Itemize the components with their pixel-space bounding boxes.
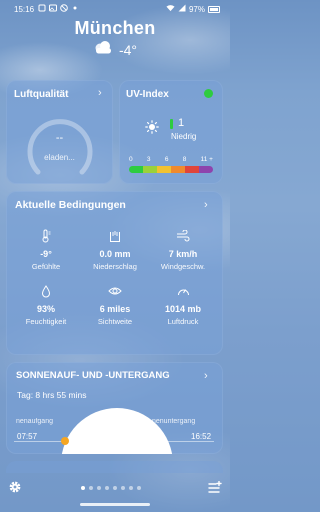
sunset-time: 16:52 — [191, 432, 212, 441]
air-quality-card[interactable]: Luftqualität › -- eladen... — [6, 80, 113, 184]
pressure-label: Luftdruck — [167, 317, 199, 326]
sunrise-sunset-card[interactable]: SONNENAUF- UND -UNTERGANG › Tag: 8 hrs 5… — [6, 362, 223, 454]
feels-like-label: Gefühlte — [31, 262, 61, 271]
uv-scale-segment — [157, 166, 171, 173]
conditions-title: Aktuelle Bedingungen — [15, 199, 126, 211]
uv-scale-label: 0 — [129, 156, 133, 163]
status-bar: 15:16 97% — [0, 0, 230, 18]
uv-scale-label: 8 — [182, 156, 187, 163]
air-quality-title: Luftqualität — [14, 89, 69, 100]
chevron-right-icon: › — [204, 370, 208, 382]
air-quality-gauge — [27, 119, 93, 175]
status-right: 97% — [166, 4, 220, 14]
day-length: Tag: 8 hrs 55 mins — [17, 390, 87, 400]
thermometer-icon — [10, 229, 82, 243]
battery-percentage: 97% — [188, 4, 205, 14]
air-quality-value: -- — [55, 132, 64, 144]
next-card-peek — [6, 461, 223, 473]
block-icon — [60, 4, 68, 12]
uv-scale-segment — [143, 166, 157, 173]
sun-title: SONNENAUF- UND -UNTERGANG — [16, 370, 170, 381]
dot-icon — [71, 4, 79, 12]
uv-value-indicator — [170, 119, 173, 129]
pressure-icon — [147, 284, 219, 298]
air-quality-status: eladen... — [44, 153, 75, 162]
gear-icon[interactable] — [8, 480, 22, 499]
page-dot[interactable] — [81, 486, 85, 490]
notification-icon — [38, 4, 46, 12]
current-temperature: -4° — [118, 42, 138, 58]
uv-scale-label: 11 + — [200, 156, 213, 163]
precipitation-label: Niederschlag — [93, 262, 137, 271]
condition-pressure: 1014 mb Luftdruck — [147, 284, 219, 326]
pressure-value: 1014 mb — [164, 304, 202, 314]
visibility-icon — [79, 284, 151, 298]
wind-icon — [147, 229, 219, 243]
sunrise-time: 07:57 — [17, 432, 38, 441]
wifi-icon — [166, 4, 175, 14]
chevron-right-icon: › — [98, 87, 102, 99]
uv-scale-label: 3 — [146, 156, 151, 163]
visibility-value: 6 miles — [99, 304, 131, 314]
page-dot[interactable] — [137, 486, 141, 490]
page-dot[interactable] — [121, 486, 125, 490]
current-conditions-card[interactable]: Aktuelle Bedingungen › -9° Gefühlte 0.0 … — [6, 191, 223, 355]
status-time: 15:16 — [14, 5, 35, 14]
status-notification-icons — [38, 4, 79, 12]
image-icon — [49, 4, 57, 12]
uv-scale-segment — [199, 166, 213, 173]
bottom-bar — [0, 476, 230, 500]
uv-scale-segment — [171, 166, 185, 173]
uv-scale-segment — [185, 166, 199, 173]
wind-label: Windgeschw. — [160, 262, 206, 271]
wind-value: 7 km/h — [168, 249, 198, 259]
uv-index-card[interactable]: UV-Index 1 Niedrig 0 3 6 8 11 + — [119, 80, 223, 184]
condition-precipitation: 0.0 mm Niederschlag — [79, 229, 151, 271]
page-dot[interactable] — [97, 486, 101, 490]
city-name[interactable]: München — [0, 18, 230, 39]
sun-arc — [61, 408, 173, 454]
page-dot[interactable] — [105, 486, 109, 490]
horizon-line — [14, 441, 214, 442]
signal-icon — [178, 4, 186, 14]
battery-icon — [208, 5, 220, 13]
precipitation-icon — [79, 229, 151, 243]
sunset-label: nenuntergang — [152, 418, 196, 425]
uv-value: 1 — [178, 117, 185, 129]
uv-index-title: UV-Index — [126, 89, 169, 100]
sun-icon — [145, 120, 159, 139]
uv-scale-labels: 0 3 6 8 11 + — [129, 156, 213, 163]
condition-humidity: 93% Feuchtigkeit — [10, 284, 82, 326]
chevron-right-icon: › — [204, 199, 208, 211]
sun-position-marker — [61, 437, 69, 445]
page-dot[interactable] — [113, 486, 117, 490]
condition-feels-like: -9° Gefühlte — [10, 229, 82, 271]
uv-scale-bar — [129, 166, 213, 173]
current-weather: -4° — [0, 41, 230, 59]
location-header: München -4° — [0, 18, 230, 59]
uv-scale-label: 6 — [164, 156, 169, 163]
location-list-icon[interactable] — [208, 480, 222, 499]
humidity-icon — [10, 284, 82, 298]
page-dot[interactable] — [89, 486, 93, 490]
page-indicator[interactable] — [81, 486, 141, 490]
feels-like-value: -9° — [40, 249, 52, 259]
uv-status-dot — [204, 89, 213, 98]
sunrise-label: nenaufgang — [16, 418, 53, 425]
uv-level: Niedrig — [171, 132, 197, 141]
precipitation-value: 0.0 mm — [99, 249, 131, 259]
condition-wind: 7 km/h Windgeschw. — [147, 229, 219, 271]
uv-scale-segment — [129, 166, 143, 173]
page-dot[interactable] — [129, 486, 133, 490]
gesture-nav-bar[interactable] — [80, 503, 150, 506]
condition-visibility: 6 miles Sichtweite — [79, 284, 151, 326]
visibility-label: Sichtweite — [97, 317, 133, 326]
humidity-value: 93% — [36, 304, 55, 314]
cloudy-icon — [93, 41, 113, 59]
humidity-label: Feuchtigkeit — [25, 317, 67, 326]
